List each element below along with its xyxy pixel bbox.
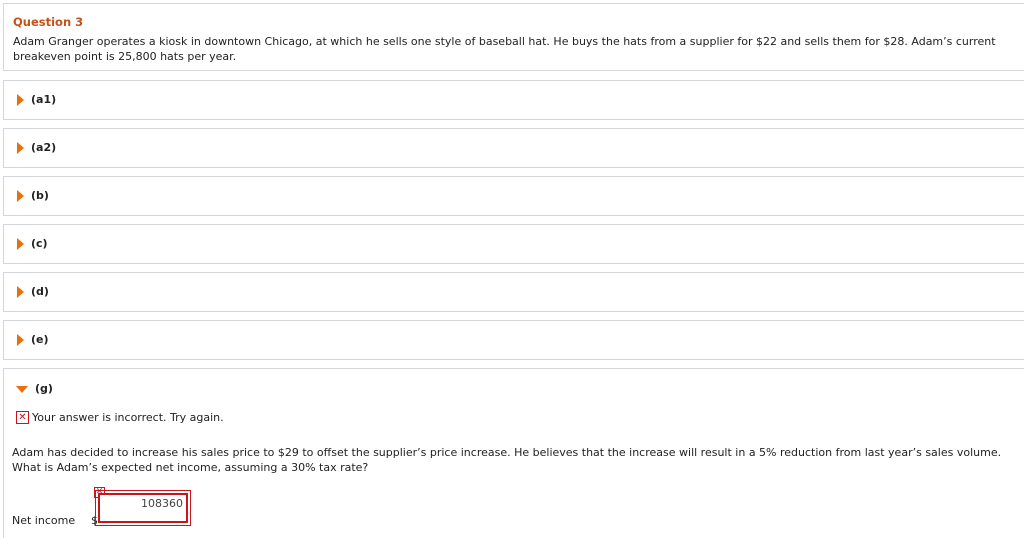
part-g-toggle[interactable]: (g): [16, 382, 53, 395]
part-d-toggle[interactable]: (d): [17, 285, 49, 298]
net-income-label: Net income: [12, 514, 76, 527]
part-e-toggle[interactable]: (e): [17, 333, 49, 346]
part-c-panel: (c): [3, 224, 1024, 264]
part-b-label: (b): [31, 189, 49, 202]
part-e-label: (e): [31, 333, 49, 346]
incorrect-feedback: ✕ Your answer is incorrect. Try again.: [16, 411, 224, 424]
part-c-toggle[interactable]: (c): [17, 237, 48, 250]
question-panel: Question 3 Adam Granger operates a kiosk…: [3, 3, 1024, 71]
part-a1-label: (a1): [31, 93, 57, 106]
question-title: Question 3: [13, 15, 84, 29]
part-d-panel: (d): [3, 272, 1024, 312]
triangle-right-icon: [17, 285, 24, 298]
part-a2-label: (a2): [31, 141, 57, 154]
currency-symbol: $: [91, 514, 98, 527]
triangle-right-icon: [17, 333, 24, 346]
triangle-right-icon: [17, 93, 24, 106]
part-e-panel: (e): [3, 320, 1024, 360]
part-b-panel: (b): [3, 176, 1024, 216]
part-d-label: (d): [31, 285, 49, 298]
triangle-right-icon: [17, 237, 24, 250]
part-c-label: (c): [31, 237, 48, 250]
part-a1-toggle[interactable]: (a1): [17, 93, 56, 106]
triangle-right-icon: [17, 141, 24, 154]
triangle-down-icon: [16, 386, 28, 393]
incorrect-x-icon: ✕: [16, 411, 29, 424]
part-a2-toggle[interactable]: (a2): [17, 141, 56, 154]
part-g-question-text: Adam has decided to increase his sales p…: [12, 446, 1002, 474]
part-g-panel: (g) ✕ Your answer is incorrect. Try agai…: [3, 368, 1024, 538]
net-income-input[interactable]: [95, 490, 191, 526]
part-a2-panel: (a2): [3, 128, 1024, 168]
feedback-text: Your answer is incorrect. Try again.: [32, 411, 224, 424]
question-text: Adam Granger operates a kiosk in downtow…: [13, 35, 996, 63]
part-a1-panel: (a1): [3, 80, 1024, 120]
part-g-label: (g): [35, 382, 53, 395]
triangle-right-icon: [17, 189, 24, 202]
part-b-toggle[interactable]: (b): [17, 189, 49, 202]
